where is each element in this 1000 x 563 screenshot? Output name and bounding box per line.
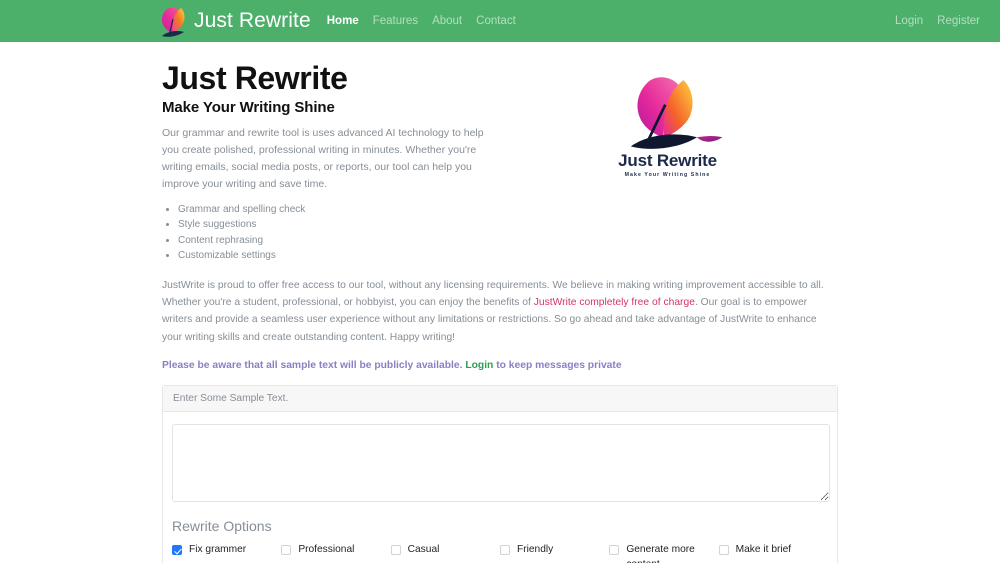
privacy-notice-text-after: to keep messages private	[493, 359, 622, 371]
checkbox-friendly[interactable]	[500, 545, 510, 556]
card-header-label: Enter Some Sample Text.	[163, 386, 837, 413]
option-generate-more-content[interactable]: Generate more content	[609, 543, 718, 563]
sample-text-input[interactable]	[172, 424, 830, 503]
rewrite-options-grid: Fix grammer Professional Casual Friendly…	[172, 543, 828, 563]
checkbox-casual[interactable]	[390, 545, 401, 556]
nav-links: Home Features About Contact	[327, 15, 516, 27]
hero-section: Just Rewrite Make Your Writing Shine Our…	[162, 60, 838, 265]
option-casual[interactable]: Casual	[390, 543, 500, 563]
main-container: Just Rewrite Make Your Writing Shine Our…	[162, 42, 838, 563]
logo-wordmark: Just Rewrite	[618, 151, 717, 170]
option-professional[interactable]: Professional	[281, 543, 390, 563]
checkbox-generate-more-content[interactable]	[609, 545, 620, 556]
checkbox-fix-grammer[interactable]	[172, 545, 182, 556]
hero-logo-block: Just Rewrite Make Your Writing Shine	[497, 60, 838, 178]
list-item: Style suggestions	[178, 218, 497, 232]
checkbox-make-it-brief[interactable]	[718, 545, 729, 556]
page-subtitle: Make Your Writing Shine	[162, 98, 335, 116]
list-item: Grammar and spelling check	[178, 203, 497, 217]
nav-item-home[interactable]: Home	[327, 15, 359, 27]
nav-register-link[interactable]: Register	[937, 15, 980, 27]
rewrite-options-title: Rewrite Options	[172, 518, 272, 535]
option-label[interactable]: Professional	[298, 543, 354, 557]
nav-item-features[interactable]: Features	[373, 15, 418, 27]
nav-item-contact[interactable]: Contact	[476, 15, 516, 27]
option-make-it-brief[interactable]: Make it brief	[718, 543, 828, 563]
list-item: Content rephrasing	[178, 234, 497, 248]
option-fix-grammer[interactable]: Fix grammer	[172, 543, 281, 563]
list-item: Customizable settings	[178, 249, 497, 263]
logo-tagline: Make Your Writing Shine	[624, 172, 711, 178]
option-label[interactable]: Fix grammer	[189, 543, 246, 557]
card-body: Rewrite Options Fix grammer Professional…	[163, 412, 837, 563]
feather-logo-icon	[158, 4, 188, 38]
brand-link[interactable]: Just Rewrite	[158, 4, 311, 38]
brand-text: Just Rewrite	[194, 9, 311, 32]
hero-text-block: Just Rewrite Make Your Writing Shine Our…	[162, 60, 497, 265]
feather-logo-icon	[609, 72, 727, 150]
option-label[interactable]: Generate more content	[626, 543, 712, 563]
free-of-charge-link[interactable]: JustWrite completely free of charge	[534, 297, 695, 308]
about-paragraph: JustWrite is proud to offer free access …	[162, 277, 838, 346]
notice-login-link[interactable]: Login	[465, 360, 493, 371]
nav-login-link[interactable]: Login	[895, 15, 923, 27]
privacy-notice: Please be aware that all sample text wil…	[162, 358, 838, 373]
checkbox-professional[interactable]	[281, 545, 292, 556]
nav-item-about[interactable]: About	[432, 15, 462, 27]
hero-lead-paragraph: Our grammar and rewrite tool is uses adv…	[162, 126, 484, 190]
page-title: Just Rewrite	[162, 60, 348, 96]
sample-text-card: Enter Some Sample Text. Rewrite Options …	[162, 385, 838, 563]
feature-list: Grammar and spelling check Style suggest…	[162, 203, 497, 263]
option-label[interactable]: Make it brief	[736, 543, 791, 557]
option-label[interactable]: Casual	[408, 543, 440, 557]
top-navbar: Just Rewrite Home Features About Contact…	[0, 0, 1000, 42]
nav-auth-links: Login Register	[895, 15, 980, 27]
option-label[interactable]: Friendly	[517, 543, 553, 557]
privacy-notice-text-before: Please be aware that all sample text wil…	[162, 359, 466, 371]
option-friendly[interactable]: Friendly	[500, 543, 609, 563]
